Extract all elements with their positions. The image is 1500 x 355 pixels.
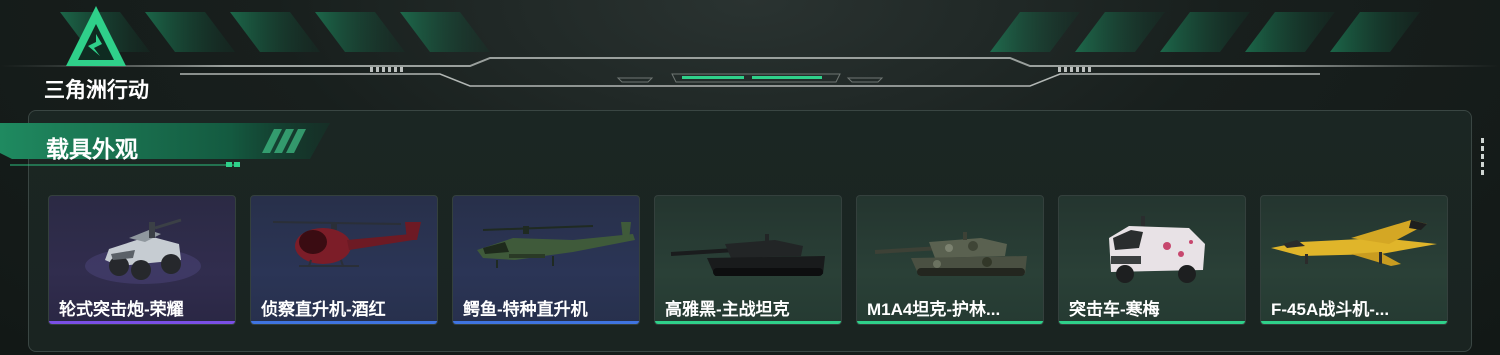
vehicle-card[interactable]: F-45A战斗机-...: [1260, 195, 1448, 325]
game-logo-text: 三角洲行动: [44, 78, 149, 102]
vehicle-skins-page: 三角洲行动 载具外观 轮式突击炮-荣耀 侦察直升机-酒红 鳄鱼-特种直升机 高雅…: [0, 0, 1500, 355]
vehicle-card[interactable]: M1A4坦克-护林...: [856, 195, 1044, 325]
panel-scroll-indicator: [1481, 138, 1485, 178]
vehicle-card[interactable]: 轮式突击炮-荣耀: [48, 195, 236, 325]
vehicle-name: F-45A战斗机-...: [1271, 300, 1390, 319]
tank-icon: [670, 234, 825, 276]
scout-helicopter-icon: [272, 221, 421, 267]
rarity-bar: [251, 321, 437, 324]
vehicle-card-list: 轮式突击炮-荣耀 侦察直升机-酒红 鳄鱼-特种直升机 高雅黑-主战坦克 M1A4…: [48, 195, 1450, 325]
assault-vehicle-icon: [1109, 216, 1205, 283]
rarity-bar: [1261, 321, 1447, 324]
armored-car-icon: [85, 218, 201, 284]
rarity-bar: [49, 321, 235, 324]
vehicle-card[interactable]: 鳄鱼-特种直升机: [452, 195, 640, 325]
header-decoration: [0, 12, 1500, 87]
vehicle-name: 突击车-寒梅: [1069, 300, 1160, 319]
vehicle-card[interactable]: 侦察直升机-酒红: [250, 195, 438, 325]
rarity-bar: [655, 321, 841, 324]
rarity-bar: [453, 321, 639, 324]
section-title: 载具外观: [46, 136, 138, 162]
tank-icon: [874, 232, 1027, 276]
vehicle-name: 侦察直升机-酒红: [261, 300, 386, 319]
vehicle-name: 轮式突击炮-荣耀: [59, 300, 184, 319]
rarity-bar: [857, 321, 1043, 324]
rarity-bar: [1059, 321, 1245, 324]
vehicle-card[interactable]: 突击车-寒梅: [1058, 195, 1246, 325]
fighter-jet-icon: [1271, 220, 1437, 266]
vehicle-card[interactable]: 高雅黑-主战坦克: [654, 195, 842, 325]
attack-helicopter-icon: [477, 222, 635, 268]
vehicle-name: M1A4坦克-护林...: [867, 300, 1001, 319]
vehicle-name: 鳄鱼-特种直升机: [463, 300, 588, 319]
vehicle-name: 高雅黑-主战坦克: [665, 300, 790, 319]
